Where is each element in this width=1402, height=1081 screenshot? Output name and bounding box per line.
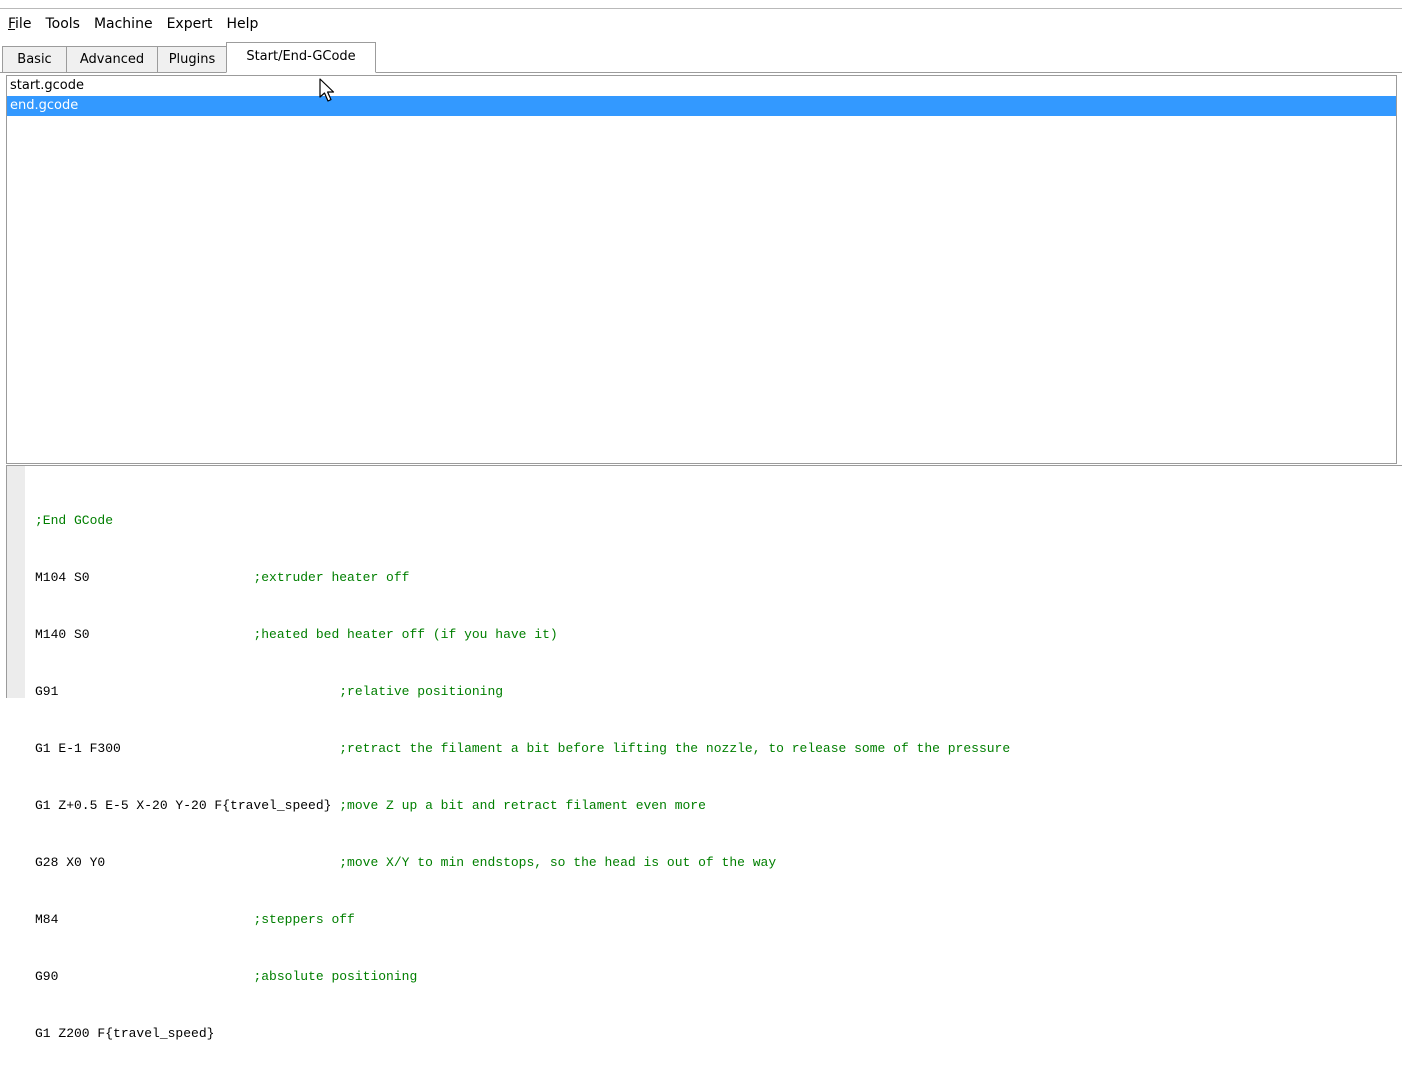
code-line: M104 S0 ;extruder heater off — [35, 570, 410, 585]
gcode-file-list[interactable]: start.gcode end.gcode — [6, 75, 1397, 464]
menu-file[interactable]: File — [0, 13, 38, 35]
code-line: G1 Z200 F{travel_speed} — [35, 1026, 215, 1041]
tab-plugins[interactable]: Plugins — [157, 46, 227, 72]
gcode-editor[interactable]: ;End GCode M104 S0 ;extruder heater off … — [6, 465, 1402, 1041]
editor-gutter — [7, 466, 25, 698]
code-line: ;End GCode — [35, 513, 114, 528]
code-line: M84 ;steppers off — [35, 912, 355, 927]
code-text[interactable]: ;End GCode M104 S0 ;extruder heater off … — [35, 473, 1010, 1081]
menu-tools[interactable]: Tools — [38, 13, 87, 35]
menu-bar: File Tools Machine Expert Help — [0, 9, 1402, 39]
mouse-pointer-icon — [319, 78, 335, 102]
code-line: G28 X0 Y0 ;move X/Y to min endstops, so … — [35, 855, 777, 870]
tab-start-end-gcode[interactable]: Start/End-GCode — [226, 42, 376, 73]
code-line: G90 ;absolute positioning — [35, 969, 418, 984]
window-top-border — [0, 0, 1402, 9]
code-line: G1 Z+0.5 E-5 X-20 Y-20 F{travel_speed} ;… — [35, 798, 706, 813]
code-line: M140 S0 ;heated bed heater off (if you h… — [35, 627, 558, 642]
code-line: G91 ;relative positioning — [35, 684, 504, 699]
tab-advanced[interactable]: Advanced — [66, 46, 158, 72]
menu-machine[interactable]: Machine — [87, 13, 160, 35]
tab-basic[interactable]: Basic — [2, 46, 67, 72]
list-item-end-gcode[interactable]: end.gcode — [7, 96, 1396, 116]
menu-expert[interactable]: Expert — [160, 13, 220, 35]
code-line: G1 E-1 F300 ;retract the filament a bit … — [35, 741, 1011, 756]
tab-bar: Basic Advanced Plugins Start/End-GCode — [0, 40, 1402, 73]
list-item-start-gcode[interactable]: start.gcode — [7, 76, 1396, 96]
menu-help[interactable]: Help — [219, 13, 265, 35]
